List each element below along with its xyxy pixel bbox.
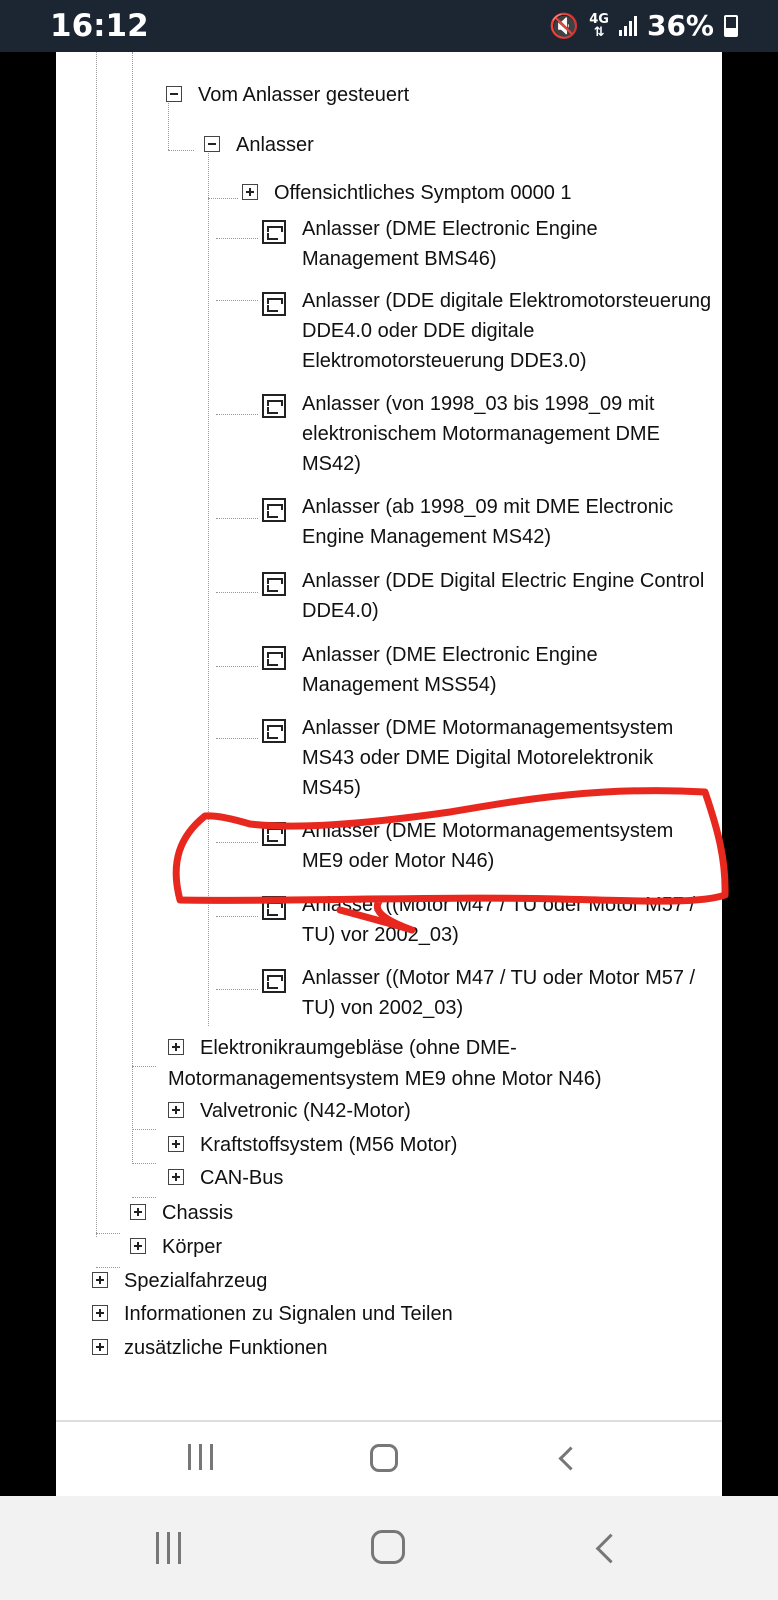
back-button[interactable] [595,1533,626,1564]
tree-node-symptom[interactable]: Offensichtliches Symptom 0000 1 [242,178,572,208]
document-icon [262,394,286,418]
tree-connector [168,150,194,151]
tree-node-chassis[interactable]: Chassis [130,1198,233,1228]
tree-connector [216,666,258,667]
tree-node-anlasser[interactable]: Anlasser [204,130,314,160]
document-icon [262,220,286,244]
leaf-label[interactable]: Anlasser ((Motor M47 / TU oder Motor M57… [302,890,717,950]
inner-home-button[interactable] [370,1444,398,1472]
document-icon [262,572,286,596]
expand-icon[interactable] [168,1101,184,1118]
leaf-label[interactable]: Anlasser (DDE digitale Elektromotorsteue… [302,286,717,376]
leaf-label[interactable]: Anlasser (DME Motormanagementsystem ME9 … [302,816,717,876]
tree-connector [216,738,258,739]
tree-node-elektronikraum[interactable]: Elektronikraumgebläse (ohne DME- [168,1032,517,1064]
tree-connector [208,150,209,1026]
signal-icon [618,15,637,36]
tree-connector [132,1129,156,1130]
leaf-label[interactable]: Anlasser (DME Electronic Engine Manageme… [302,214,717,274]
tree-node-spezial[interactable]: Spezialfahrzeug [92,1266,267,1296]
expand-icon[interactable] [92,1271,108,1288]
home-button[interactable] [371,1530,405,1564]
expand-icon[interactable] [168,1135,184,1152]
tree-node-vom-anlasser[interactable]: Vom Anlasser gesteuert [166,80,409,110]
document-icon [262,646,286,670]
tree-node-informationen[interactable]: Informationen zu Signalen und Teilen [92,1299,453,1329]
tree-connector [216,300,258,301]
navigation-bar [0,1496,778,1600]
battery-icon [724,14,738,37]
tree-connector [132,1066,156,1067]
tree-node-canbus[interactable]: CAN-Bus [168,1163,283,1193]
inner-back-button[interactable] [558,1446,583,1471]
expand-icon[interactable] [168,1168,184,1185]
document-icon [262,822,286,846]
leaf-label[interactable]: Anlasser (ab 1998_09 mit DME Electronic … [302,492,717,552]
document-icon [262,719,286,743]
tree-connector [216,842,258,843]
mute-icon: 🔇 [549,11,580,40]
document-icon [262,292,286,316]
document-icon [262,969,286,993]
tree-connector [132,52,133,1162]
collapse-icon[interactable] [204,135,220,152]
expand-icon[interactable] [168,1038,184,1055]
inner-navigation-bar [56,1420,722,1498]
leaf-label[interactable]: Anlasser (DME Motormanagementsystem MS43… [302,713,717,803]
tree-connector [96,1233,120,1234]
tree-connector [96,52,97,1237]
expand-icon[interactable] [130,1237,146,1254]
expand-icon[interactable] [242,183,258,200]
status-icons: 🔇 4G ⇅ 36% [549,9,738,42]
document-tree-view: Vom Anlasser gesteuert Anlasser Offensic… [56,52,722,1496]
status-bar: 16:12 🔇 4G ⇅ 36% [0,0,778,52]
document-icon [262,498,286,522]
tree-node-valvetronic[interactable]: Valvetronic (N42-Motor) [168,1096,411,1126]
tree-connector [132,1163,156,1164]
collapse-icon[interactable] [166,85,182,102]
leaf-label[interactable]: Anlasser (DME Electronic Engine Manageme… [302,640,717,700]
tree-node-kraftstoff[interactable]: Kraftstoffsystem (M56 Motor) [168,1130,457,1160]
document-icon [262,896,286,920]
status-time: 16:12 [50,8,149,44]
leaf-label[interactable]: Anlasser ((Motor M47 / TU oder Motor M57… [302,963,717,1023]
expand-icon[interactable] [92,1304,108,1321]
recents-button[interactable] [156,1532,181,1564]
tree-node-koerper[interactable]: Körper [130,1232,222,1262]
leaf-label[interactable]: Anlasser (DDE Digital Electric Engine Co… [302,566,717,626]
tree-node-elektronikraum-cont[interactable]: Motormanagementsystem ME9 ohne Motor N46… [168,1064,602,1094]
expand-icon[interactable] [130,1203,146,1220]
tree-connector [216,592,258,593]
leaf-label[interactable]: Anlasser (von 1998_03 bis 1998_09 mit el… [302,389,717,479]
network-indicator: 4G ⇅ [589,11,609,40]
tree-connector [216,916,258,917]
tree-connector [216,414,258,415]
tree-connector [216,518,258,519]
inner-recents-button[interactable] [188,1444,213,1470]
expand-icon[interactable] [92,1338,108,1355]
battery-percent: 36% [646,9,714,42]
tree-connector [208,198,238,199]
tree-connector [216,238,258,239]
tree-connector [216,989,258,990]
tree-node-zusaetzliche[interactable]: zusätzliche Funktionen [92,1333,327,1363]
